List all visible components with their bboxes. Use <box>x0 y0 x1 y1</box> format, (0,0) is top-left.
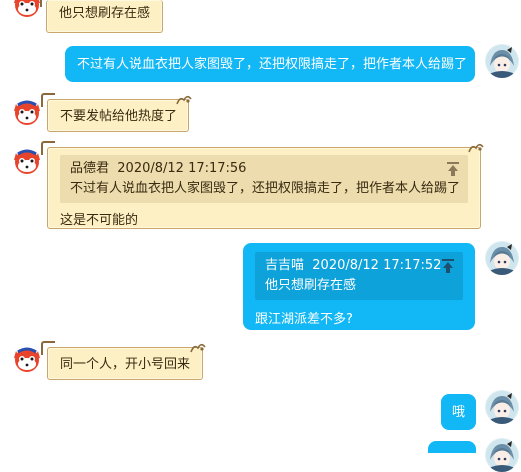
cartoon-fox-avatar-icon <box>10 143 44 177</box>
quote-header: 品德君 2020/8/12 17:17:56 <box>70 159 458 179</box>
sender-avatar[interactable] <box>10 341 44 375</box>
cartoon-fox-avatar-icon <box>10 341 44 375</box>
arrow-up-to-line-icon[interactable] <box>441 258 455 274</box>
quote-time: 2020/8/12 17:17:52 <box>312 258 442 273</box>
message-bubble: 同一个人，开小号回来 <box>41 341 206 380</box>
quote-author: 吉吉喵 <box>265 258 305 273</box>
sender-avatar[interactable] <box>10 0 44 20</box>
bubble-corner-decoration-icon <box>468 143 484 153</box>
anime-girl-avatar-icon <box>485 241 519 275</box>
message-text: 不过有人说血衣把人家图毁了，还把权限搞走了，把作者本人给踢了 <box>77 57 468 72</box>
message-bubble: 品德君 2020/8/12 17:17:56 不过有人说血衣把人家图毁了，还把权… <box>41 141 484 229</box>
message-text: 跟江湖派差不多? <box>255 312 353 327</box>
own-avatar[interactable] <box>485 390 519 424</box>
message-bubble: 吉吉喵 2020/8/12 17:17:52 他只想刷存在感 跟江湖派差不多? <box>243 243 475 330</box>
message-text: 不要发帖给他热度了 <box>60 109 178 124</box>
quoted-message[interactable]: 品德君 2020/8/12 17:17:56 不过有人说血衣把人家图毁了，还把权… <box>60 155 468 203</box>
quote-text: 他只想刷存在感 <box>265 278 357 293</box>
quote-author: 品德君 <box>70 161 110 176</box>
own-avatar[interactable] <box>485 44 519 78</box>
quoted-message[interactable]: 吉吉喵 2020/8/12 17:17:52 他只想刷存在感 <box>255 252 463 300</box>
quote-header: 吉吉喵 2020/8/12 17:17:52 <box>265 256 453 276</box>
message-text: 哦 <box>452 405 466 420</box>
cartoon-fox-avatar-icon <box>10 94 44 128</box>
cartoon-fox-avatar-icon <box>10 0 44 20</box>
own-avatar[interactable] <box>485 438 519 472</box>
bubble-corner-decoration-icon <box>190 343 206 353</box>
anime-girl-avatar-icon <box>485 44 519 78</box>
sender-avatar[interactable] <box>10 143 44 177</box>
message-bubble: 他只想刷存在感 <box>40 0 163 33</box>
message-bubble: 不要发帖给他热度了 <box>41 93 192 132</box>
message-text: 同一个人，开小号回来 <box>60 357 191 372</box>
message-bubble: 不过有人说血衣把人家图毁了，还把权限搞走了，把作者本人给踢了 <box>65 46 475 82</box>
message-text: 他只想刷存在感 <box>59 6 151 21</box>
message-bubble: 哦 <box>441 394 476 430</box>
anime-girl-avatar-icon <box>485 390 519 424</box>
message-bubble <box>428 441 476 453</box>
arrow-up-to-line-icon[interactable] <box>446 161 460 177</box>
message-text: 这是不可能的 <box>60 213 139 228</box>
own-avatar[interactable] <box>485 241 519 275</box>
sender-avatar[interactable] <box>10 94 44 128</box>
bubble-corner-decoration-icon <box>176 95 192 105</box>
quote-time: 2020/8/12 17:17:56 <box>117 161 247 176</box>
anime-girl-avatar-icon <box>485 438 519 472</box>
quote-text: 不过有人说血衣把人家图毁了，还把权限搞走了，把作者本人给踢了 <box>70 181 461 196</box>
